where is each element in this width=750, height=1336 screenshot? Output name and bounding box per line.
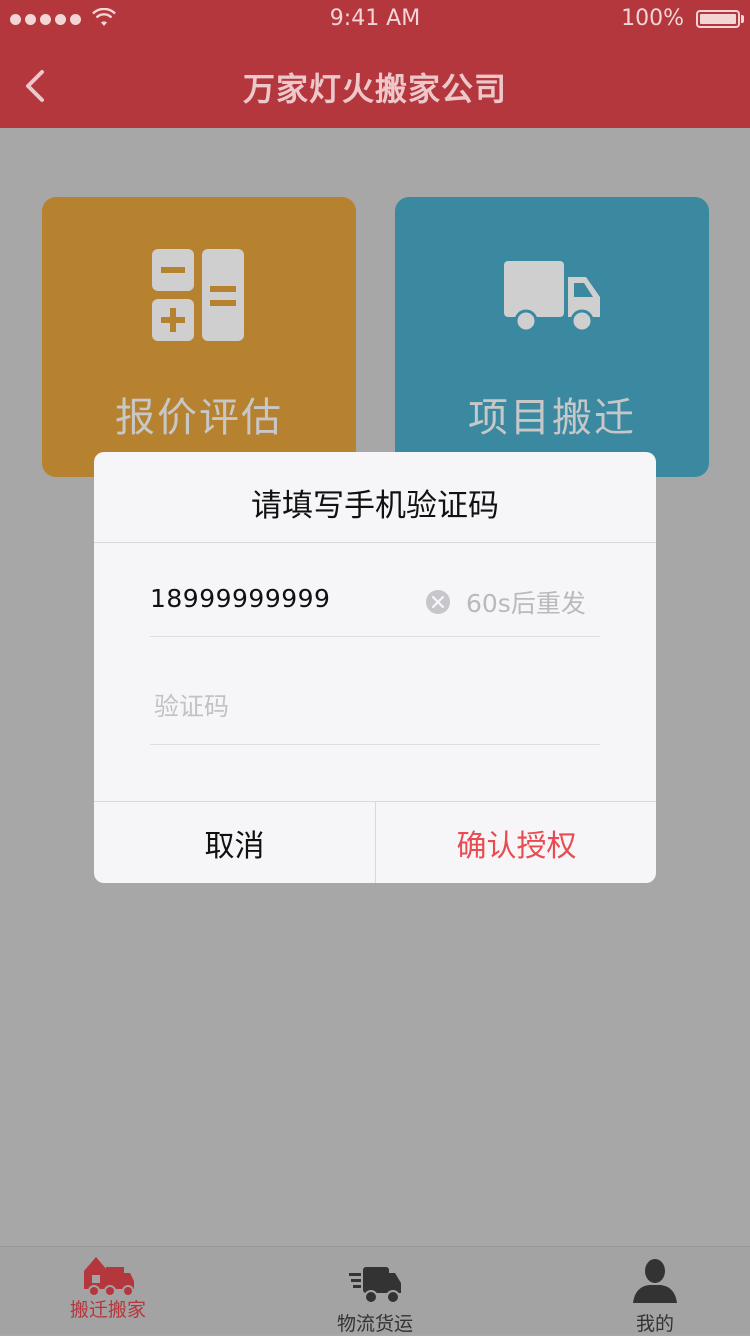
tab-label: 我的 (635, 1313, 674, 1335)
calculator-icon (152, 249, 244, 341)
tab-logistics[interactable]: 物流货运 (275, 1247, 475, 1335)
delivery-truck-icon (349, 1267, 401, 1304)
tab-bar: 搬迁搬家 物流货运 我的 (0, 1246, 750, 1335)
tab-mine[interactable]: 我的 (555, 1247, 750, 1335)
user-icon (633, 1259, 677, 1303)
card-label: 项目搬迁 (468, 395, 636, 441)
dialog-title: 请填写手机验证码 (251, 488, 499, 524)
divider (94, 542, 656, 543)
clear-icon[interactable] (426, 590, 450, 614)
tab-label: 搬迁搬家 (69, 1299, 146, 1321)
cancel-button[interactable]: 取消 (94, 802, 375, 883)
truck-icon (504, 261, 600, 333)
card-label: 报价评估 (115, 395, 283, 441)
quote-evaluation-card[interactable]: 报价评估 (42, 197, 356, 477)
phone-number: 18999999999 (150, 584, 331, 613)
code-field[interactable] (150, 678, 600, 745)
status-bar: 9:41 AM 100% (0, 0, 750, 40)
project-moving-card[interactable]: 项目搬迁 (395, 197, 709, 477)
battery-percentage: 100% (621, 6, 684, 31)
navigation-bar: 万家灯火搬家公司 (0, 40, 750, 128)
page-title: 万家灯火搬家公司 (242, 70, 507, 108)
verification-dialog: 请填写手机验证码 18999999999 60s后重发 取消 确认授权 (94, 452, 656, 883)
tab-label: 物流货运 (336, 1313, 413, 1335)
phone-field[interactable]: 18999999999 60s后重发 (150, 570, 600, 637)
confirm-authorization-button[interactable]: 确认授权 (376, 802, 656, 883)
verification-code-input[interactable] (150, 686, 598, 726)
resend-countdown: 60s后重发 (466, 589, 586, 618)
battery-icon (696, 10, 740, 28)
moving-house-icon (84, 1257, 134, 1297)
tab-moving[interactable]: 搬迁搬家 (8, 1247, 208, 1335)
